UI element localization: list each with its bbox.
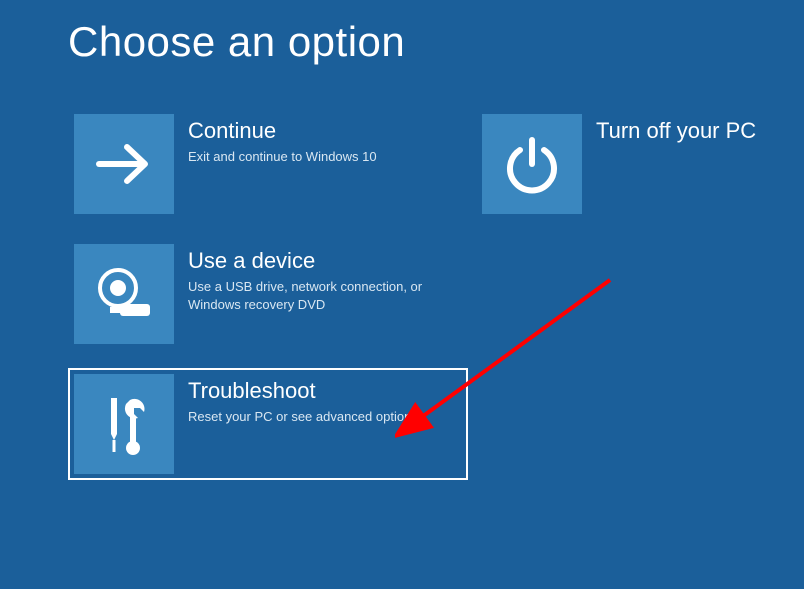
power-icon	[482, 114, 582, 214]
troubleshoot-option[interactable]: Troubleshoot Reset your PC or see advanc…	[68, 368, 468, 480]
troubleshoot-title: Troubleshoot	[188, 378, 418, 404]
arrow-right-icon	[74, 114, 174, 214]
continue-desc: Exit and continue to Windows 10	[188, 148, 377, 166]
device-title: Use a device	[188, 248, 438, 274]
tools-icon	[74, 374, 174, 474]
options-grid: Continue Exit and continue to Windows 10…	[0, 66, 804, 480]
troubleshoot-desc: Reset your PC or see advanced options	[188, 408, 418, 426]
continue-option[interactable]: Continue Exit and continue to Windows 10	[68, 108, 468, 220]
device-option[interactable]: Use a device Use a USB drive, network co…	[68, 238, 468, 350]
troubleshoot-text: Troubleshoot Reset your PC or see advanc…	[174, 374, 418, 426]
page-title: Choose an option	[0, 0, 804, 66]
turnoff-title: Turn off your PC	[596, 118, 756, 144]
device-text: Use a device Use a USB drive, network co…	[174, 244, 438, 313]
device-desc: Use a USB drive, network connection, or …	[188, 278, 438, 313]
turnoff-option[interactable]: Turn off your PC	[476, 108, 804, 220]
continue-text: Continue Exit and continue to Windows 10	[174, 114, 377, 166]
device-icon	[74, 244, 174, 344]
continue-title: Continue	[188, 118, 377, 144]
turnoff-text: Turn off your PC	[582, 114, 756, 148]
